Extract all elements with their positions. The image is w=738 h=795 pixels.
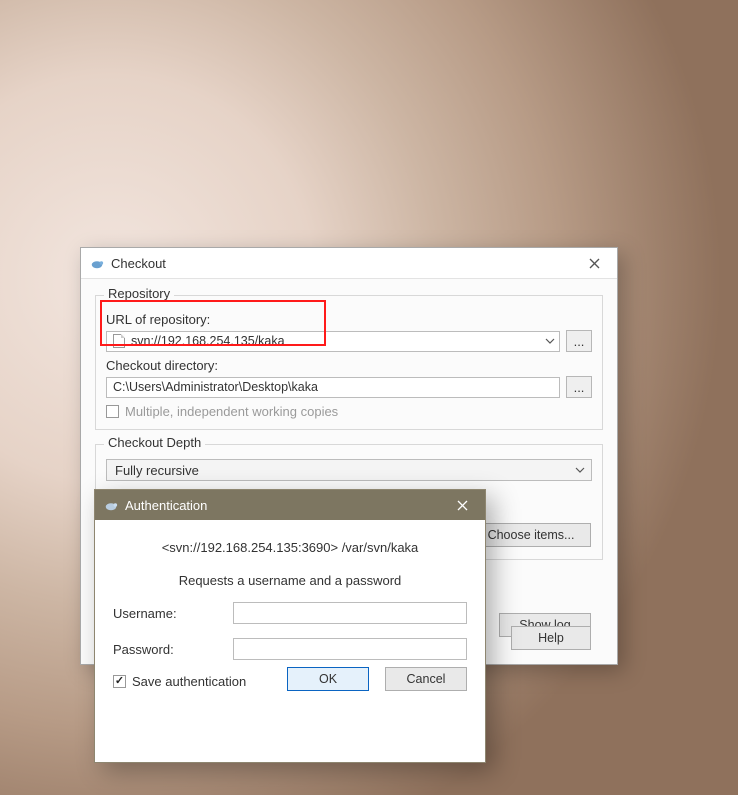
checkout-titlebar[interactable]: Checkout xyxy=(81,248,617,279)
multiple-copies-label: Multiple, independent working copies xyxy=(125,404,338,419)
chevron-down-icon xyxy=(545,336,555,346)
save-auth-checkbox[interactable] xyxy=(113,675,126,688)
dir-label: Checkout directory: xyxy=(106,358,592,373)
checkout-title: Checkout xyxy=(111,256,571,271)
auth-close-button[interactable] xyxy=(439,490,485,520)
auth-title: Authentication xyxy=(125,498,439,513)
save-auth-label: Save authentication xyxy=(132,674,246,689)
checkout-dir-browse-button[interactable]: ... xyxy=(566,376,592,398)
repo-url-value: svn://192.168.254.135/kaka xyxy=(131,334,285,348)
choose-items-button[interactable]: Choose items... xyxy=(471,523,591,547)
auth-password-label: Password: xyxy=(113,642,233,657)
multiple-copies-checkbox[interactable] xyxy=(106,405,119,418)
group-depth-legend: Checkout Depth xyxy=(104,435,205,450)
auth-target-line: <svn://192.168.254.135:3690> /var/svn/ka… xyxy=(113,540,467,555)
auth-titlebar[interactable]: Authentication xyxy=(95,490,485,520)
auth-password-input[interactable] xyxy=(233,638,467,660)
tortoise-icon xyxy=(89,255,105,271)
document-icon xyxy=(113,334,125,348)
checkout-help-button[interactable]: Help xyxy=(511,626,591,650)
checkout-close-button[interactable] xyxy=(571,248,617,278)
auth-ok-button[interactable]: OK xyxy=(287,667,369,691)
group-repository-legend: Repository xyxy=(104,286,174,301)
group-repository: Repository URL of repository: svn://192.… xyxy=(95,295,603,430)
chevron-down-icon xyxy=(575,465,585,475)
repo-url-combo[interactable]: svn://192.168.254.135/kaka xyxy=(106,331,560,352)
auth-username-input[interactable] xyxy=(233,602,467,624)
authentication-dialog: Authentication <svn://192.168.254.135:36… xyxy=(94,489,486,763)
checkout-dir-input[interactable] xyxy=(106,377,560,398)
url-label: URL of repository: xyxy=(106,312,592,327)
auth-cancel-button[interactable]: Cancel xyxy=(385,667,467,691)
depth-combo[interactable]: Fully recursive xyxy=(106,459,592,481)
auth-prompt-line: Requests a username and a password xyxy=(113,573,467,588)
tortoise-icon xyxy=(103,497,119,513)
auth-username-label: Username: xyxy=(113,606,233,621)
depth-value: Fully recursive xyxy=(115,463,199,478)
repo-url-browse-button[interactable]: ... xyxy=(566,330,592,352)
